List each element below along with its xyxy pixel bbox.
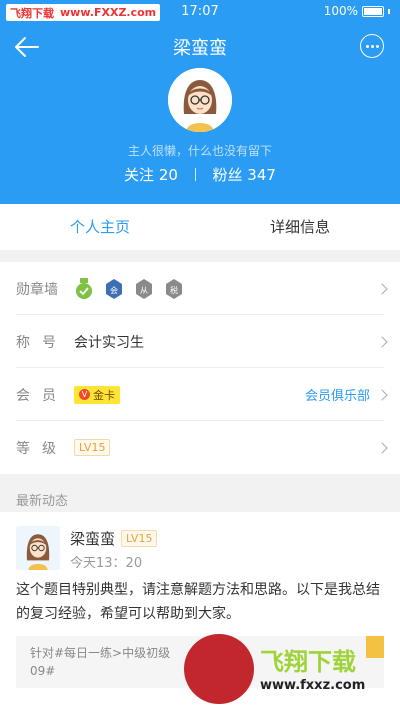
stats-divider [194,168,196,181]
green-check-medal-icon [76,277,92,299]
girl-avatar-icon [168,68,232,132]
profile-info-list: 勋章墙 会 从 税 称号 会计实习生 会员 V 金卡 会员俱乐部 等级 LV15 [0,262,400,474]
chevron-right-icon [376,282,388,295]
member-club-link[interactable]: 会员俱乐部 [305,385,370,404]
dot-icon [375,44,379,48]
latest-activity-title: 最新动态 [16,494,69,509]
svg-text:从: 从 [140,286,148,295]
girl-avatar-icon [16,526,60,570]
level-label: 等级 [16,440,68,457]
battery-tip [388,8,390,14]
chevron-right-icon [376,388,388,401]
gold-card-label: 金卡 [93,388,115,402]
following-stat[interactable]: 关注 20 [124,166,178,184]
fans-count: 347 [247,166,276,184]
title-label: 称号 [16,334,68,351]
profile-header: 飞翔下载 www.FXXZ.com 17:07 100% 梁蛮蛮 主人很懒，什么… [0,0,400,204]
gold-card-badge: V 金卡 [74,385,120,404]
tab-details[interactable]: 详细信息 [200,204,400,250]
dot-icon [370,44,374,48]
status-bar: 飞翔下载 www.FXXZ.com 17:07 100% [0,0,400,24]
feed-avatar[interactable] [16,526,60,570]
more-options-button[interactable] [360,34,384,58]
svg-text:税: 税 [170,285,178,295]
fans-stat[interactable]: 粉丝 347 [213,166,276,184]
profile-avatar[interactable] [168,68,232,132]
level-badge: LV15 [74,439,111,456]
profile-bio: 主人很懒，什么也没有留下 [127,144,272,158]
battery-indicator: 100% [324,4,390,18]
svg-text:会: 会 [110,285,118,295]
member-row[interactable]: 会员 V 金卡 会员俱乐部 [0,368,400,421]
battery-percent: 100% [323,4,358,18]
watermark-url: www.fxxz.com [260,678,366,693]
fans-label: 粉丝 [212,166,243,184]
blue-hui-medal-icon: 会 [106,278,122,299]
watermark: 飞翔下载 www.fxxz.com [184,634,396,704]
medal-wall-label: 勋章墙 [16,281,58,298]
feed-level-badge: LV15 [121,530,158,547]
feed-author: 梁蛮蛮 LV15 [70,528,158,549]
level-row[interactable]: 等级 LV15 [0,421,400,474]
dot-icon [365,44,369,48]
gray-shui-medal-icon: 税 [166,278,182,299]
gray-cong-medal-icon: 从 [136,278,152,299]
tab-homepage[interactable]: 个人主页 [0,204,200,250]
chevron-right-icon [376,441,388,454]
profile-tabs: 个人主页 详细信息 [0,204,400,250]
following-label: 关注 [124,166,155,184]
watermark-text: 飞翔下载 [260,648,356,676]
medal-list: 会 从 税 [74,277,184,300]
following-count: 20 [158,166,178,184]
title-row[interactable]: 称号 会计实习生 [0,315,400,368]
page-title: 梁蛮蛮 [173,38,227,59]
vip-icon: V [79,389,90,400]
title-value: 会计实习生 [74,334,144,351]
feed-author-name[interactable]: 梁蛮蛮 [70,528,115,549]
watermark-logo-icon [184,634,254,704]
medal-wall-row[interactable]: 勋章墙 会 从 税 [0,262,400,315]
follow-stats: 关注 20 粉丝 347 [0,164,400,185]
battery-icon [362,5,384,17]
chevron-right-icon [376,335,388,348]
feed-content: 这个题目特别典型，请注意解题方法和思路。以下是我总结的复习经验，希望可以帮助到大… [16,582,380,622]
feed-timestamp: 今天13：20 [70,556,143,571]
member-label: 会员 [16,387,68,404]
